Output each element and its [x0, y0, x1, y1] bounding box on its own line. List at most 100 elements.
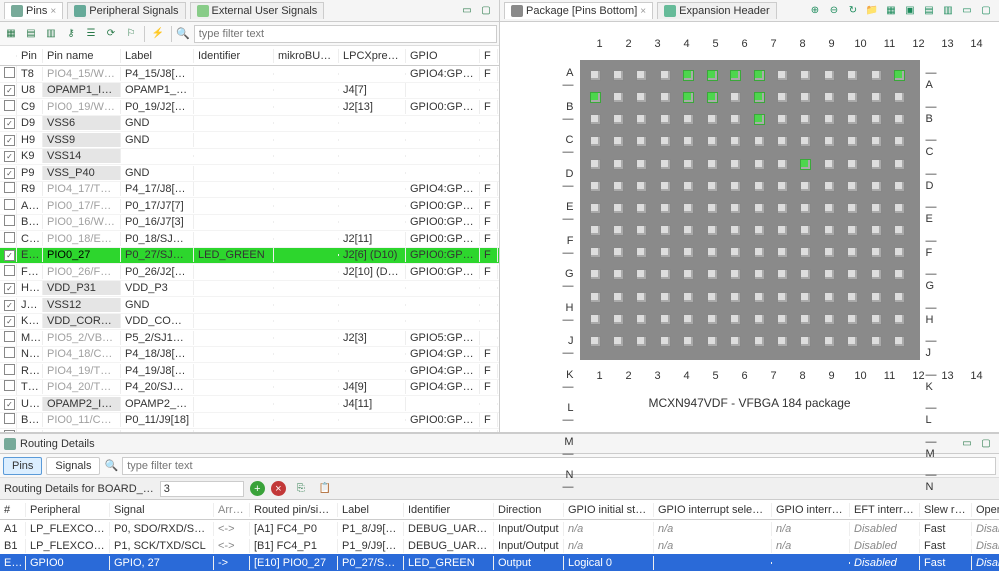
bga-ball[interactable] — [754, 314, 765, 325]
bga-ball[interactable] — [730, 181, 741, 192]
pin-row[interactable]: ✓D9VSS6GND — [0, 116, 499, 133]
bga-ball[interactable] — [894, 136, 905, 147]
checkbox[interactable]: ✓ — [4, 151, 15, 162]
bga-ball[interactable] — [800, 181, 811, 192]
bga-ball[interactable] — [871, 92, 882, 103]
minimize-icon[interactable]: ▭ — [958, 435, 976, 453]
bga-ball[interactable] — [636, 203, 647, 214]
bga-ball[interactable] — [754, 181, 765, 192]
bga-ball[interactable] — [871, 314, 882, 325]
bga-ball[interactable] — [613, 247, 624, 258]
bga-ball[interactable] — [613, 136, 624, 147]
bga-ball[interactable] — [707, 114, 718, 125]
pin-row[interactable]: C9PIO0_19/WUU0_…P0_19/J2[13]/J7[1]J2[13]… — [0, 99, 499, 116]
bga-ball[interactable] — [824, 269, 835, 280]
bga-ball[interactable] — [660, 114, 671, 125]
bga-ball[interactable] — [847, 136, 858, 147]
bga-ball[interactable] — [871, 292, 882, 303]
checkbox[interactable]: ✓ — [4, 135, 15, 146]
bga-ball[interactable] — [590, 136, 601, 147]
bga-ball[interactable] — [754, 292, 765, 303]
routing-filter-input[interactable] — [122, 457, 996, 475]
bga-ball[interactable] — [730, 159, 741, 170]
bga-ball[interactable] — [894, 159, 905, 170]
bga-ball[interactable] — [660, 203, 671, 214]
lightning-icon[interactable]: ⚡ — [149, 25, 167, 43]
tab-expansion-header[interactable]: Expansion Header — [657, 2, 777, 19]
pin-row[interactable]: A10PIO0_17/FC0_P1…P0_17/J7[7]GPIO0:GPIO,… — [0, 198, 499, 215]
filter-icon[interactable]: ⚷ — [62, 25, 80, 43]
bga-ball[interactable] — [660, 136, 671, 147]
bga-ball[interactable] — [777, 336, 788, 347]
bga-ball[interactable] — [636, 292, 647, 303]
switch-icon[interactable]: ▦ — [882, 2, 900, 20]
bga-ball[interactable] — [824, 203, 835, 214]
checkbox[interactable] — [4, 331, 15, 342]
bga-ball[interactable] — [660, 181, 671, 192]
bga-ball[interactable] — [613, 70, 624, 81]
bga-ball[interactable] — [683, 181, 694, 192]
bga-ball[interactable] — [871, 70, 882, 81]
bga-ball[interactable] — [777, 269, 788, 280]
tab-peripheral-signals[interactable]: Peripheral Signals — [67, 2, 185, 19]
bga-ball[interactable] — [754, 70, 765, 81]
rotate-icon[interactable]: ▣ — [901, 2, 919, 20]
pins-filter-tab[interactable]: Pins — [3, 457, 42, 475]
bga-ball[interactable] — [707, 203, 718, 214]
tree-view-icon[interactable]: ▤ — [22, 25, 40, 43]
tab-pins[interactable]: Pins× — [4, 2, 63, 19]
zoom-in-icon[interactable]: ⊕ — [806, 2, 824, 20]
pin-row[interactable]: R9PIO4_17/TRIG_I…P4_17/J8[22]GPIO4:GPIO,… — [0, 182, 499, 199]
bga-ball[interactable] — [613, 314, 624, 325]
bga-ball[interactable] — [847, 203, 858, 214]
bga-ball[interactable] — [824, 92, 835, 103]
bga-ball[interactable] — [871, 269, 882, 280]
bga-ball[interactable] — [590, 269, 601, 280]
resources-icon[interactable]: ▥ — [939, 2, 957, 20]
pin-row[interactable]: N10PIO4_18/CT3_M…P4_18/J8[23]GPIO4:GPIO,… — [0, 347, 499, 364]
bga-ball[interactable] — [683, 336, 694, 347]
bga-ball[interactable] — [847, 181, 858, 192]
bga-ball[interactable] — [754, 203, 765, 214]
pin-row[interactable]: ✓U10OPAMP2_INNOPAMP2_INN/R…J4[11] — [0, 396, 499, 413]
routing-row[interactable]: B1LP_FLEXCOMM4P1, SCK/TXD/SCL<->[B1] FC4… — [0, 537, 999, 554]
bga-ball[interactable] — [660, 70, 671, 81]
bga-ball[interactable] — [847, 336, 858, 347]
bga-ball[interactable] — [636, 92, 647, 103]
pin-row[interactable]: C10PIO0_18/EWM0_…P0_18/SJ23[3]/J7[…J2[11… — [0, 231, 499, 248]
bga-ball[interactable] — [683, 292, 694, 303]
checkbox[interactable] — [4, 199, 15, 210]
bga-ball[interactable] — [660, 292, 671, 303]
bga-ball[interactable] — [660, 92, 671, 103]
bga-ball[interactable] — [800, 203, 811, 214]
bga-ball[interactable] — [660, 247, 671, 258]
bga-ball[interactable] — [894, 269, 905, 280]
checkbox[interactable] — [4, 265, 15, 276]
bga-ball[interactable] — [683, 114, 694, 125]
checkbox[interactable] — [4, 364, 15, 375]
bga-ball[interactable] — [824, 225, 835, 236]
bga-ball[interactable] — [847, 225, 858, 236]
bga-ball[interactable] — [847, 247, 858, 258]
bga-ball[interactable] — [847, 314, 858, 325]
checkbox[interactable]: ✓ — [4, 250, 15, 261]
routing-row[interactable]: E10GPIO0GPIO, 27->[E10] PIO0_27P0_27/SJ6… — [0, 554, 999, 571]
bga-ball[interactable] — [824, 159, 835, 170]
bga-ball[interactable] — [683, 92, 694, 103]
grid-view-icon[interactable]: ▦ — [2, 25, 20, 43]
bga-ball[interactable] — [683, 203, 694, 214]
checkbox[interactable] — [4, 430, 15, 432]
bga-ball[interactable] — [800, 314, 811, 325]
bga-ball[interactable] — [613, 203, 624, 214]
maximize-icon[interactable]: ▢ — [977, 435, 995, 453]
bga-ball[interactable] — [871, 181, 882, 192]
bga-ball[interactable] — [636, 136, 647, 147]
bga-ball[interactable] — [754, 114, 765, 125]
bga-ball[interactable] — [707, 336, 718, 347]
bga-ball[interactable] — [730, 136, 741, 147]
pins-grid-body[interactable]: T8PIO4_15/WUU0_…P4_15/J8[20]GPIO4:GPIO,1… — [0, 66, 499, 432]
bga-ball[interactable] — [613, 181, 624, 192]
bga-ball[interactable] — [730, 247, 741, 258]
bga-ball[interactable] — [800, 136, 811, 147]
bga-ball[interactable] — [754, 336, 765, 347]
